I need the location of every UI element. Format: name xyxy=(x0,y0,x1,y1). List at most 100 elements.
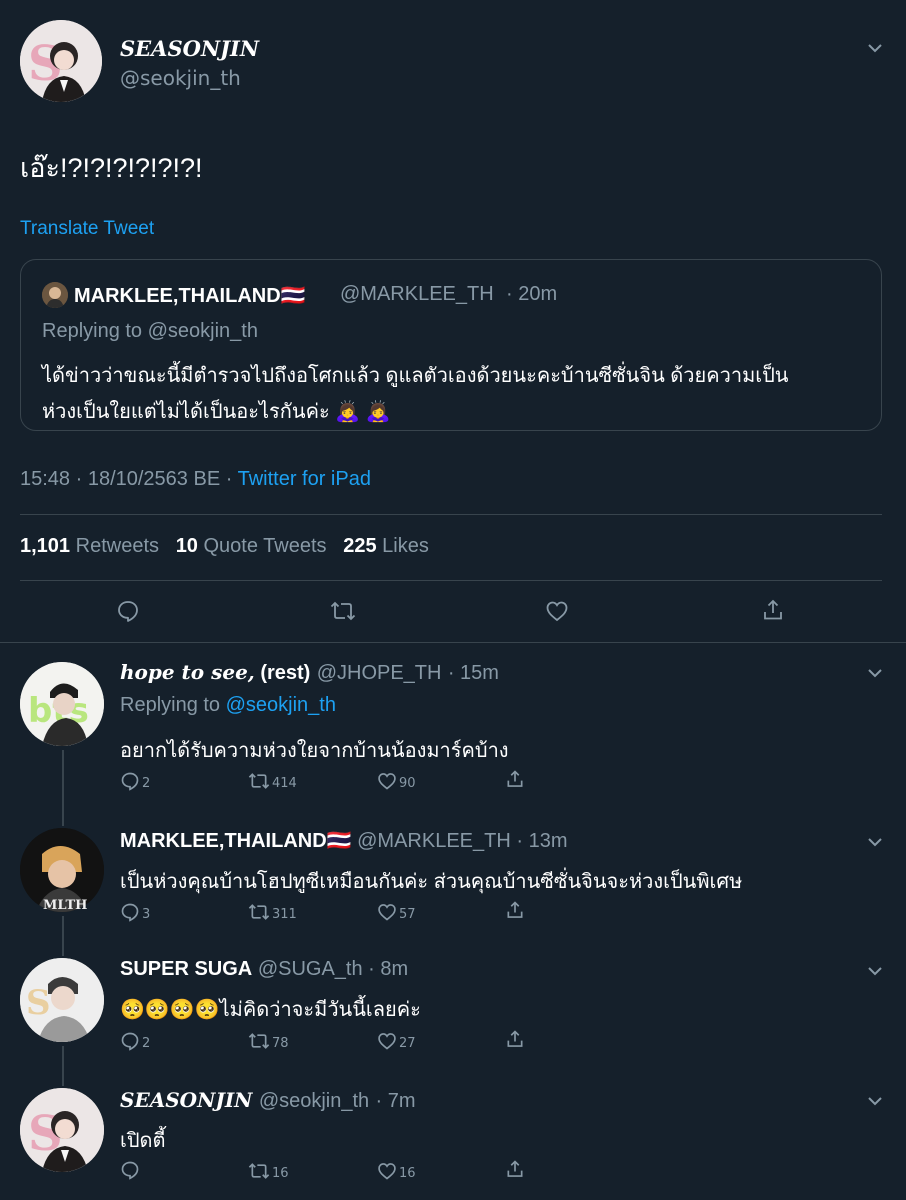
retweet-icon xyxy=(248,903,270,920)
reply-header: hope to see, (rest) @JHOPE_TH · 15m xyxy=(120,660,499,685)
replying-to-label: Replying to xyxy=(120,694,221,716)
reply-time: · 7m xyxy=(375,1090,416,1112)
retweet-button[interactable] xyxy=(330,599,356,623)
share-button[interactable] xyxy=(505,1029,525,1049)
reply-handle[interactable]: @seokjin_th xyxy=(259,1090,369,1112)
replying-to-handle[interactable]: @seokjin_th xyxy=(226,694,336,716)
thread-line xyxy=(62,1046,64,1086)
reply-display-name[interactable]: hope to see, xyxy=(120,660,255,684)
quoted-handle[interactable]: @MARKLEE_TH xyxy=(340,283,494,306)
retweet-icon xyxy=(248,1162,270,1179)
heart-icon xyxy=(378,772,396,790)
reply-count: 3 xyxy=(142,907,151,922)
reply-text: 🥺🥺🥺🥺ไม่คิดว่าจะมีวันนี้เลยค่ะ xyxy=(120,999,421,1021)
share-icon xyxy=(507,770,523,787)
retweet-button[interactable]: 311 xyxy=(248,901,297,922)
retweet-button[interactable]: 414 xyxy=(248,770,297,791)
retweets-stat[interactable]: 1,101 Retweets xyxy=(20,535,165,557)
reply-button[interactable] xyxy=(120,1160,142,1180)
thread-line xyxy=(62,916,64,956)
tweet-timestamp: 15:48 · 18/10/2563 BE · xyxy=(20,468,233,490)
reply-button[interactable] xyxy=(116,599,140,623)
like-button[interactable] xyxy=(545,599,569,623)
like-count: 90 xyxy=(399,776,416,791)
tweet-text: เอ๊ะ!?!?!?!?!?!?! xyxy=(20,153,203,183)
heart-icon xyxy=(378,1162,396,1180)
author-display-name[interactable]: SEASONJIN xyxy=(120,36,259,61)
tweet-source-link[interactable]: Twitter for iPad xyxy=(238,468,371,490)
chevron-down-icon[interactable] xyxy=(866,836,884,848)
avatar-image-icon: bts xyxy=(20,662,104,746)
reply-handle[interactable]: @JHOPE_TH xyxy=(317,662,442,684)
reply-time: · 13m xyxy=(516,830,568,852)
like-button[interactable]: 57 xyxy=(377,901,416,922)
translate-tweet-link[interactable]: Translate Tweet xyxy=(20,218,154,240)
tweet-stats: 1,101 Retweets 10 Quote Tweets 225 Likes xyxy=(20,535,429,558)
reply-count: 2 xyxy=(142,776,151,791)
share-button[interactable] xyxy=(761,598,785,622)
quoted-replying-to: Replying to @seokjin_th xyxy=(42,320,258,342)
quoted-text-line-1: ได้ข่าวว่าขณะนี้มีตำรวจไปถึงอโศกแล้ว ดูแ… xyxy=(42,365,789,387)
replying-to: Replying to @seokjin_th xyxy=(120,694,336,717)
reply-display-name[interactable]: SUPER SUGA xyxy=(120,958,252,980)
reply-handle[interactable]: @SUGA_th xyxy=(258,958,363,980)
share-icon xyxy=(764,599,782,620)
reply-count: 2 xyxy=(142,1036,151,1051)
share-icon xyxy=(507,1030,523,1047)
chevron-down-icon[interactable] xyxy=(866,965,884,977)
reply-header: MARKLEE,THAILAND🇹🇭 @MARKLEE_TH · 13m xyxy=(120,828,567,853)
quote-tweets-stat[interactable]: 10 Quote Tweets xyxy=(176,535,332,557)
reply-icon xyxy=(121,1032,139,1051)
retweets-label: Retweets xyxy=(75,535,159,557)
heart-icon xyxy=(378,903,396,921)
reply-header: SUPER SUGA @SUGA_th · 8m xyxy=(120,958,408,981)
avatar-image-icon: S xyxy=(20,958,104,1042)
reply-display-name[interactable]: MARKLEE,THAILAND🇹🇭 xyxy=(120,830,352,852)
share-button[interactable] xyxy=(505,900,525,920)
reply-text: เป็นห่วงคุณบ้านโฮปทูซีเหมือนกันค่ะ ส่วนค… xyxy=(120,871,743,893)
reply-text: เปิดตี้ xyxy=(120,1130,166,1152)
retweets-count: 1,101 xyxy=(20,535,71,557)
avatar[interactable]: S xyxy=(20,1088,104,1172)
share-icon xyxy=(507,1160,523,1177)
avatar-image-icon: S xyxy=(20,1088,104,1172)
quoted-text-line-2: ห่วงเป็นใยแต่ไม่ได้เป็นอะไรกันค่ะ 🙇‍♀️ 🙇… xyxy=(42,401,391,423)
divider xyxy=(20,514,882,515)
likes-stat[interactable]: 225 Likes xyxy=(343,535,429,557)
reply-icon xyxy=(118,601,138,622)
reply-button[interactable]: 3 xyxy=(120,901,150,922)
retweet-button[interactable]: 78 xyxy=(248,1030,289,1051)
author-handle[interactable]: @seokjin_th xyxy=(120,66,241,90)
quote-tweets-count: 10 xyxy=(175,535,198,557)
avatar[interactable]: S xyxy=(20,958,104,1042)
reply-header: SEASONJIN @seokjin_th · 7m xyxy=(120,1088,416,1113)
like-button[interactable]: 16 xyxy=(377,1160,416,1181)
share-button[interactable] xyxy=(505,1159,525,1179)
reply-handle[interactable]: @MARKLEE_TH xyxy=(357,830,511,852)
retweet-icon xyxy=(248,772,270,789)
avatar[interactable]: bts xyxy=(20,662,104,746)
reply-display-name-suffix[interactable]: (rest) xyxy=(255,662,310,684)
heart-icon xyxy=(378,1032,396,1050)
chevron-down-icon[interactable] xyxy=(866,42,884,54)
reply-button[interactable]: 2 xyxy=(120,770,150,791)
share-icon xyxy=(507,901,523,918)
avatar[interactable]: S xyxy=(20,20,102,102)
retweet-count: 414 xyxy=(272,776,297,791)
quoted-time: · 20m xyxy=(506,283,558,305)
retweet-button[interactable]: 16 xyxy=(248,1160,289,1181)
share-button[interactable] xyxy=(505,769,525,789)
reply-icon xyxy=(121,772,139,791)
reply-time: · 8m xyxy=(368,958,409,980)
heart-icon xyxy=(546,601,568,622)
tweet-meta: 15:48 · 18/10/2563 BE · Twitter for iPad xyxy=(20,468,371,491)
reply-display-name[interactable]: SEASONJIN xyxy=(120,1088,252,1112)
quoted-display-name[interactable]: MARKLEE,THAILAND🇹🇭 xyxy=(74,283,306,308)
reply-button[interactable]: 2 xyxy=(120,1030,150,1051)
like-button[interactable]: 27 xyxy=(377,1030,416,1051)
chevron-down-icon[interactable] xyxy=(866,1095,884,1107)
like-button[interactable]: 90 xyxy=(377,770,416,791)
chevron-down-icon[interactable] xyxy=(866,667,884,679)
quoted-avatar xyxy=(42,282,68,308)
quote-tweets-label: Quote Tweets xyxy=(203,535,327,557)
